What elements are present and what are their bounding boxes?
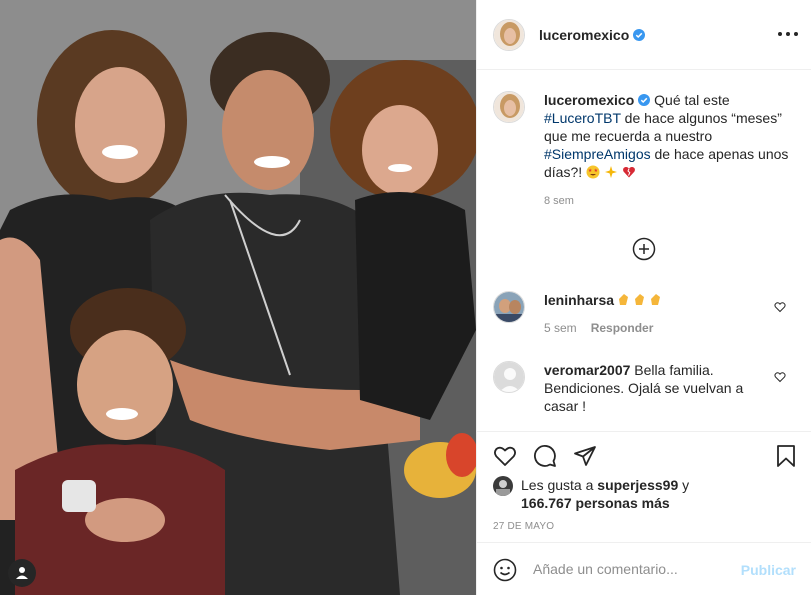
comment-icon[interactable] (533, 444, 557, 468)
post-details-panel: luceromexico luceromexico Qué tal este #… (476, 0, 811, 595)
likes-summary: Les gusta a superjess99 y 166.767 persona… (493, 476, 689, 512)
user-tag-button[interactable] (8, 559, 36, 587)
commenter-avatar[interactable] (493, 361, 525, 393)
caption-username[interactable]: luceromexico (544, 92, 634, 108)
more-options-icon-dot (786, 32, 790, 36)
liker-avatar-image (493, 476, 513, 496)
author-avatar-image (494, 19, 524, 50)
hashtag-siempreamigos[interactable]: #SiempreAmigos (544, 146, 651, 162)
comment-meta: 5 sem Responder (544, 321, 798, 335)
post-header: luceromexico (477, 0, 811, 70)
emoji-icon[interactable] (493, 558, 517, 582)
post-actions: Les gusta a superjess99 y 166.767 persona… (477, 431, 811, 541)
likes-text: Les gusta a superjess99 y 166.767 persona… (521, 476, 689, 512)
user-tag-icon (16, 567, 28, 579)
more-options-icon-dot (794, 32, 798, 36)
comment-input[interactable] (533, 559, 733, 579)
comment-like-heart-icon[interactable] (774, 371, 786, 383)
caption-text: luceromexico Qué tal este #LuceroTBT de … (544, 91, 794, 181)
more-options-icon (778, 32, 782, 36)
liker-avatar[interactable] (493, 476, 513, 496)
verified-badge-icon (633, 28, 646, 41)
comment-username[interactable]: veromar2007 (544, 362, 630, 378)
commenter-avatar-image (494, 292, 524, 322)
family-photo-image (0, 0, 476, 595)
caption-avatar-image (494, 92, 524, 122)
add-comment-bar: Publicar (477, 542, 811, 595)
svg-text:★ ★: ★ ★ (588, 168, 599, 174)
post-date[interactable]: 27 DE MAYO (493, 521, 554, 532)
comment-body: veromar2007 Bella familia. Bendiciones. … (544, 361, 764, 415)
comment-like-heart-icon[interactable] (774, 301, 786, 313)
likes-count[interactable]: 166.767 personas más (521, 495, 670, 511)
comment-username[interactable]: leninharsa (544, 292, 614, 308)
more-options-button[interactable] (778, 26, 798, 42)
caption-verified-badge-icon (638, 94, 651, 106)
author-avatar[interactable] (493, 18, 525, 51)
comment-item: veromar2007 Bella familia. Bendiciones. … (493, 361, 798, 415)
default-avatar-image (494, 362, 524, 392)
broken-heart-emoji-icon (622, 166, 635, 178)
comment-body: leninharsa (544, 291, 764, 309)
likes-prefix: Les gusta a (521, 477, 598, 493)
heart-icon[interactable] (493, 444, 517, 468)
reply-button[interactable]: Responder (591, 321, 654, 335)
comments-section: luceromexico Qué tal este #LuceroTBT de … (477, 71, 811, 431)
commenter-avatar[interactable] (493, 291, 525, 323)
share-icon[interactable] (573, 444, 597, 468)
publish-button[interactable]: Publicar (741, 562, 796, 578)
post-photo[interactable] (0, 0, 476, 595)
likes-middle: y (678, 477, 690, 493)
caption-author-avatar[interactable] (493, 91, 525, 123)
clapping-hands-emoji-icon (618, 294, 660, 305)
bookmark-icon[interactable] (774, 444, 798, 468)
comment-timestamp[interactable]: 5 sem (544, 321, 577, 335)
load-more-comments-icon[interactable] (632, 237, 656, 261)
sparkles-emoji-icon (604, 166, 617, 178)
comment-item: leninharsa 5 sem Responder (493, 291, 798, 335)
caption-text-part-1: Qué tal este (650, 92, 730, 108)
author-username[interactable]: luceromexico (539, 27, 629, 43)
caption-timestamp[interactable]: 8 sem (544, 195, 798, 207)
post-caption: luceromexico Qué tal este #LuceroTBT de … (493, 91, 798, 207)
likes-user[interactable]: superjess99 (597, 477, 678, 493)
hashtag-lucerotbt[interactable]: #LuceroTBT (544, 110, 621, 126)
star-struck-emoji-icon: ★ ★ (586, 165, 600, 179)
